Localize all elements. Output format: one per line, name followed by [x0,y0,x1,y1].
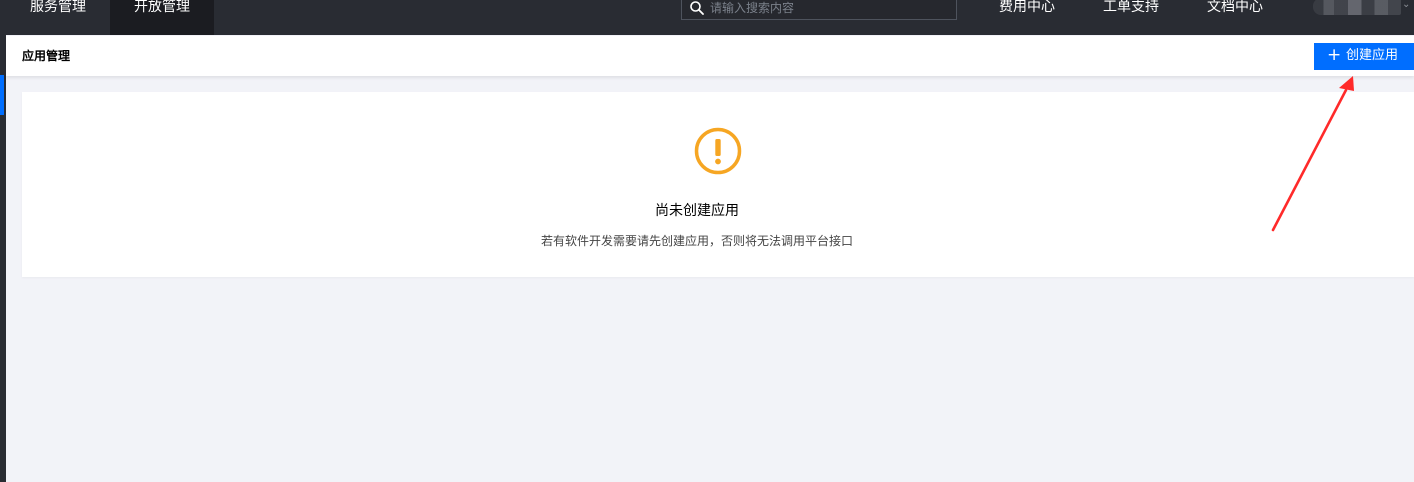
left-sidebar [0,35,6,482]
empty-state-title: 尚未创建应用 [655,203,739,219]
tab-service-management[interactable]: 服务管理 [0,0,110,35]
create-app-button-label: 创建应用 [1346,48,1399,63]
nav-link-billing-center[interactable]: 费用中心 [999,0,1055,14]
nav-link-documentation-center[interactable]: 文档中心 [1207,0,1263,14]
nav-link-ticket-support[interactable]: 工单支持 [1103,0,1159,14]
search-input[interactable] [710,0,940,16]
page-title: 应用管理 [22,49,71,63]
create-app-button[interactable]: + 创建应用 [1314,43,1414,70]
plus-icon: + [1327,45,1342,65]
top-navigation-bar: 服务管理 开放管理 费用中心 工单支持 文档中心 ⌄ [0,0,1414,35]
warning-circle-icon [694,127,742,175]
chevron-down-icon[interactable]: ⌄ [1402,0,1410,10]
search-icon[interactable] [690,1,704,15]
tab-open-management-label: 开放管理 [134,0,190,15]
empty-state-description: 若有软件开发需要请先创建应用，否则将无法调用平台接口 [540,234,853,248]
search-box [681,0,957,20]
empty-state-card: 尚未创建应用 若有软件开发需要请先创建应用，否则将无法调用平台接口 [22,92,1414,277]
page-header: 应用管理 + 创建应用 [6,36,1414,76]
tab-open-management[interactable]: 开放管理 [110,0,214,35]
user-avatar[interactable] [1313,0,1401,15]
sidebar-active-indicator [0,75,4,115]
tab-service-management-label: 服务管理 [30,0,86,15]
